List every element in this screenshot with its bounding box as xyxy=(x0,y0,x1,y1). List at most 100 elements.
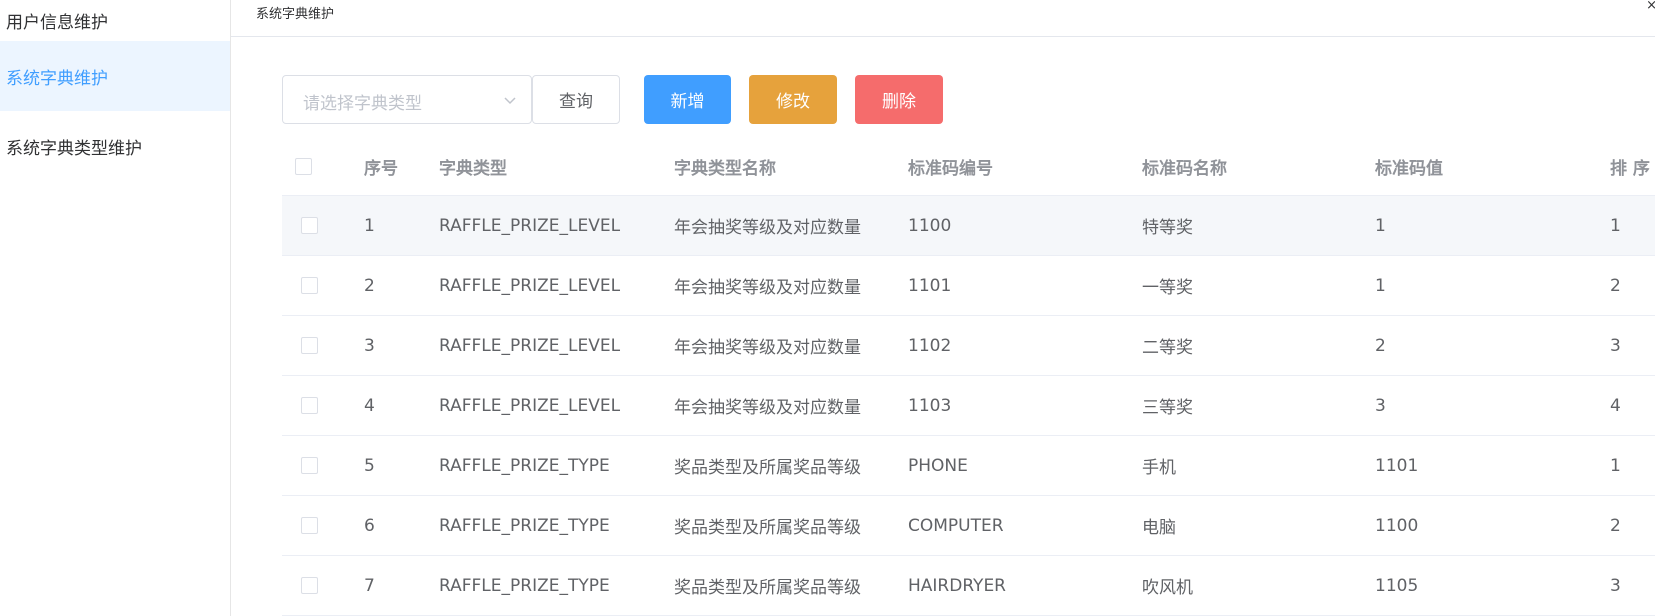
cell-code-value: 1101 xyxy=(1375,455,1419,476)
table-body: 1 RAFFLE_PRIZE_LEVEL 年会抽奖等级及对应数量 1100 特等奖 1 1 2… xyxy=(282,196,1655,616)
cell-dict-type: RAFFLE_PRIZE_TYPE xyxy=(439,515,610,536)
cell-code: 1101 xyxy=(908,275,952,296)
cell-dict-type: RAFFLE_PRIZE_TYPE xyxy=(439,455,610,476)
header-index: 序号 xyxy=(364,159,398,179)
cell-code-name: 电脑 xyxy=(1142,518,1176,538)
cell-code-name: 吹风机 xyxy=(1142,578,1193,598)
sidebar-item-label: 系统字典类型维护 xyxy=(6,138,142,159)
toolbar: 请选择字典类型 查询 新增 修改 删除 xyxy=(282,75,982,125)
cell-dict-type-name: 奖品类型及所属奖品等级 xyxy=(674,458,861,478)
cell-dict-type: RAFFLE_PRIZE_TYPE xyxy=(439,575,610,596)
cell-sort: 1 xyxy=(1610,215,1621,236)
main-content: 系统字典维护 × 请选择字典类型 查询 新增 修改 删除 序号 字典类型 字典类… xyxy=(231,0,1655,616)
cell-code-value: 2 xyxy=(1375,335,1386,356)
header-code: 标准码编号 xyxy=(908,159,993,179)
cell-code: COMPUTER xyxy=(908,515,1004,536)
row-checkbox-cell xyxy=(301,316,318,375)
cell-dict-type-name: 年会抽奖等级及对应数量 xyxy=(674,278,861,298)
table-row[interactable]: 7 RAFFLE_PRIZE_TYPE 奖品类型及所属奖品等级 HAIRDRYER 吹风… xyxy=(282,556,1655,616)
cell-code: PHONE xyxy=(908,455,968,476)
table-row[interactable]: 1 RAFFLE_PRIZE_LEVEL 年会抽奖等级及对应数量 1100 特等奖 1 1 xyxy=(282,196,1655,256)
cell-sort: 1 xyxy=(1610,455,1621,476)
select-placeholder: 请选择字典类型 xyxy=(303,94,422,114)
cell-sort: 2 xyxy=(1610,515,1621,536)
sidebar-item-label: 系统字典维护 xyxy=(6,68,108,89)
cell-sort: 4 xyxy=(1610,395,1621,416)
table-row[interactable]: 6 RAFFLE_PRIZE_TYPE 奖品类型及所属奖品等级 COMPUTER 电脑 1… xyxy=(282,496,1655,556)
cell-sort: 2 xyxy=(1610,275,1621,296)
header-code-name: 标准码名称 xyxy=(1142,159,1227,179)
table-row[interactable]: 3 RAFFLE_PRIZE_LEVEL 年会抽奖等级及对应数量 1102 二等奖 2 3 xyxy=(282,316,1655,376)
cell-sort: 3 xyxy=(1610,335,1621,356)
cell-dict-type: RAFFLE_PRIZE_LEVEL xyxy=(439,215,621,236)
row-checkbox[interactable] xyxy=(301,337,318,354)
row-checkbox-cell xyxy=(301,256,318,315)
edit-button[interactable]: 修改 xyxy=(749,75,837,124)
row-checkbox-cell xyxy=(301,436,318,495)
cell-index: 5 xyxy=(364,455,375,476)
cell-index: 4 xyxy=(364,395,375,416)
table-header: 序号 字典类型 字典类型名称 标准码编号 标准码名称 标准码值 排 序 xyxy=(282,138,1655,196)
cell-dict-type: RAFFLE_PRIZE_LEVEL xyxy=(439,335,621,356)
dict-table: 序号 字典类型 字典类型名称 标准码编号 标准码名称 标准码值 排 序 1 RAF… xyxy=(282,138,1655,616)
tab-bar: 系统字典维护 × xyxy=(231,0,1655,37)
cell-code-value: 1 xyxy=(1375,275,1386,296)
cell-dict-type-name: 奖品类型及所属奖品等级 xyxy=(674,578,861,598)
cell-code-value: 3 xyxy=(1375,395,1386,416)
dict-type-select[interactable]: 请选择字典类型 xyxy=(282,75,532,124)
row-checkbox[interactable] xyxy=(301,397,318,414)
delete-button[interactable]: 删除 xyxy=(855,75,943,124)
sidebar-item-dict[interactable]: 系统字典维护 xyxy=(0,41,230,111)
cell-code: 1103 xyxy=(908,395,952,416)
cell-index: 2 xyxy=(364,275,375,296)
add-button[interactable]: 新增 xyxy=(644,75,731,124)
query-button[interactable]: 查询 xyxy=(532,75,620,124)
cell-code-value: 1 xyxy=(1375,215,1386,236)
row-checkbox[interactable] xyxy=(301,457,318,474)
cell-code-name: 一等奖 xyxy=(1142,278,1193,298)
sidebar-item-dict-type[interactable]: 系统字典类型维护 xyxy=(0,111,230,181)
table-row[interactable]: 2 RAFFLE_PRIZE_LEVEL 年会抽奖等级及对应数量 1101 一等奖 1 2 xyxy=(282,256,1655,316)
cell-code: HAIRDRYER xyxy=(908,575,1006,596)
row-checkbox[interactable] xyxy=(301,517,318,534)
header-sort: 排 序 xyxy=(1610,159,1650,179)
row-checkbox[interactable] xyxy=(301,277,318,294)
cell-index: 6 xyxy=(364,515,375,536)
sidebar-item-user-info[interactable]: 用户信息维护 xyxy=(0,0,230,41)
cell-dict-type: RAFFLE_PRIZE_LEVEL xyxy=(439,395,621,416)
cell-dict-type-name: 年会抽奖等级及对应数量 xyxy=(674,398,861,418)
cell-sort: 3 xyxy=(1610,575,1621,596)
row-checkbox-cell xyxy=(301,556,318,615)
cell-code: 1100 xyxy=(908,215,952,236)
close-icon[interactable]: × xyxy=(1646,0,1655,13)
sidebar: 用户信息维护 系统字典维护 系统字典类型维护 xyxy=(0,0,231,616)
select-all-checkbox[interactable] xyxy=(295,158,312,175)
row-checkbox-cell xyxy=(301,376,318,435)
cell-code-name: 特等奖 xyxy=(1142,218,1193,238)
cell-code-value: 1105 xyxy=(1375,575,1419,596)
cell-index: 7 xyxy=(364,575,375,596)
cell-dict-type-name: 奖品类型及所属奖品等级 xyxy=(674,518,861,538)
row-checkbox-cell xyxy=(301,196,318,255)
tab-dict[interactable]: 系统字典维护 xyxy=(256,3,334,22)
select-all-cell xyxy=(295,138,312,195)
header-dict-type: 字典类型 xyxy=(439,159,507,179)
cell-code-name: 三等奖 xyxy=(1142,398,1193,418)
row-checkbox[interactable] xyxy=(301,217,318,234)
table-row[interactable]: 5 RAFFLE_PRIZE_TYPE 奖品类型及所属奖品等级 PHONE 手机 1101… xyxy=(282,436,1655,496)
cell-index: 1 xyxy=(364,215,375,236)
row-checkbox[interactable] xyxy=(301,577,318,594)
cell-dict-type: RAFFLE_PRIZE_LEVEL xyxy=(439,275,621,296)
cell-code: 1102 xyxy=(908,335,952,356)
cell-code-name: 二等奖 xyxy=(1142,338,1193,358)
header-dict-type-name: 字典类型名称 xyxy=(674,159,776,179)
cell-code-name: 手机 xyxy=(1142,458,1176,478)
cell-index: 3 xyxy=(364,335,375,356)
sidebar-item-label: 用户信息维护 xyxy=(6,13,108,33)
cell-dict-type-name: 年会抽奖等级及对应数量 xyxy=(674,218,861,238)
chevron-down-icon xyxy=(504,97,516,105)
table-row[interactable]: 4 RAFFLE_PRIZE_LEVEL 年会抽奖等级及对应数量 1103 三等奖 3 4 xyxy=(282,376,1655,436)
cell-code-value: 1100 xyxy=(1375,515,1419,536)
row-checkbox-cell xyxy=(301,496,318,555)
header-code-value: 标准码值 xyxy=(1375,159,1443,179)
